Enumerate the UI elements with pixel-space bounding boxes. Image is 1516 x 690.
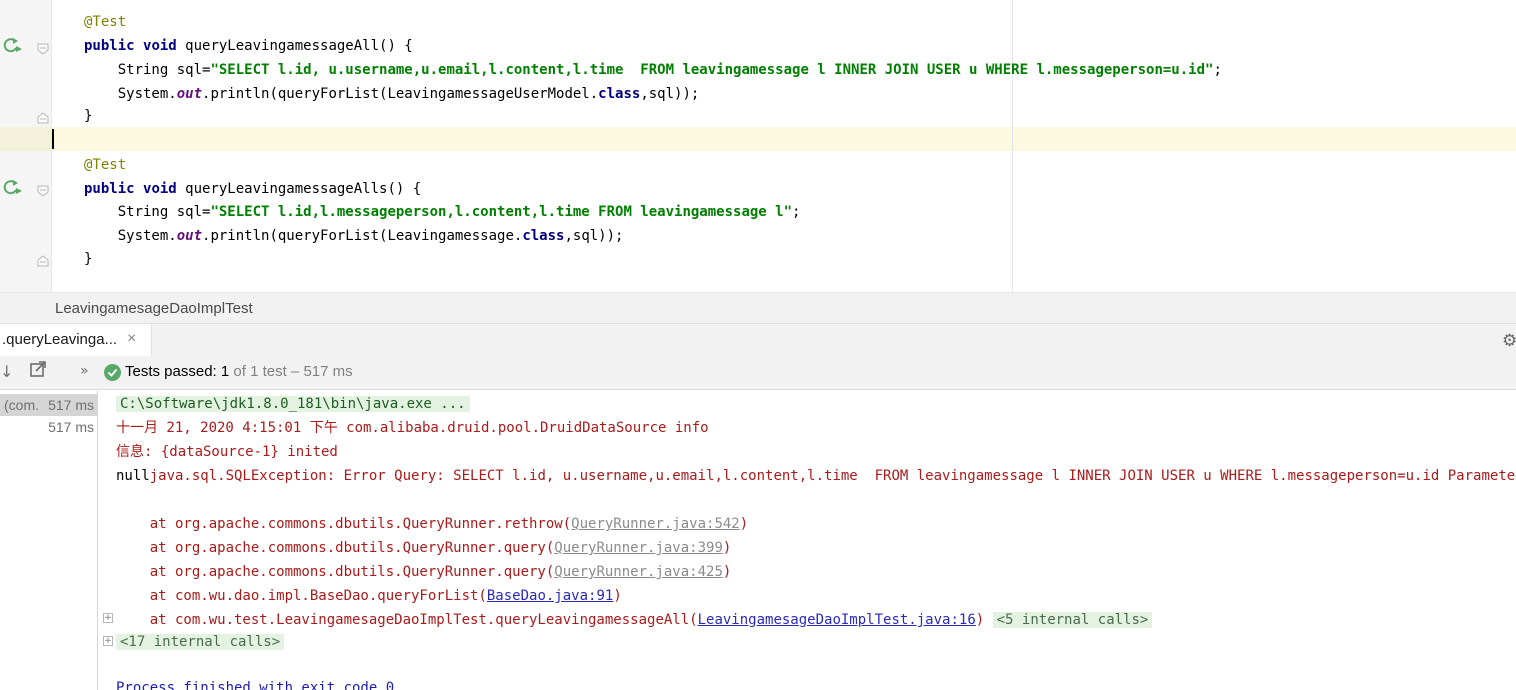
close-brace-2: } [84, 251, 93, 267]
internal-calls-fold[interactable]: <17 internal calls> [116, 630, 285, 654]
annotation-test-1: @Test [84, 14, 127, 30]
arrow-down-icon[interactable]: ↓ [0, 362, 13, 381]
right-margin-guide [1012, 0, 1013, 292]
close-brace-1: } [84, 108, 93, 124]
sql-line-2: String sql="SELECT l.id,l.messageperson,… [84, 204, 801, 220]
stack-trace-line: at com.wu.dao.impl.BaseDao.queryForList(… [116, 588, 622, 604]
method-signature-2: public void queryLeavingamessageAlls() { [84, 181, 422, 197]
test-duration: 517 ms [48, 397, 94, 413]
run-test-icon[interactable] [3, 179, 23, 195]
annotation-test-2: @Test [84, 157, 127, 173]
println-line-1: System.out.println(queryForList(Leavinga… [84, 86, 700, 102]
fold-icon[interactable] [37, 182, 49, 197]
run-config-tab[interactable]: .queryLeavinga... × [0, 324, 152, 356]
test-tree-row[interactable]: (com. 517 ms [0, 394, 98, 416]
stack-trace-line: at com.wu.test.LeavingamesageDaoImplTest… [116, 608, 1153, 632]
test-passed-icon [104, 364, 121, 381]
close-icon[interactable]: × [127, 330, 136, 348]
console-output[interactable]: C:\Software\jdk1.8.0_181\bin\java.exe ..… [99, 391, 1516, 690]
process-finished-line: Process finished with exit code 0 [116, 680, 395, 690]
source-link[interactable]: QueryRunner.java:542 [571, 516, 740, 532]
expand-more-icon[interactable]: » [80, 363, 89, 379]
source-link[interactable]: QueryRunner.java:425 [554, 564, 723, 580]
test-duration: 517 ms [48, 419, 94, 435]
run-tab-bar: .queryLeavinga... × [0, 324, 1516, 356]
expand-plus-icon[interactable]: + [103, 613, 113, 623]
fold-end-icon[interactable] [37, 252, 49, 267]
stack-trace-line: at org.apache.commons.dbutils.QueryRunne… [116, 516, 749, 532]
log-line: 信息: {dataSource-1} inited [116, 444, 338, 460]
run-toolbar: ↓ » Tests passed: 1 of 1 test – 517 ms [0, 356, 1516, 390]
internal-calls-fold[interactable]: <5 internal calls> [992, 612, 1153, 628]
breadcrumb-bar: LeavingamesageDaoImplTest [0, 292, 1516, 324]
source-link[interactable]: LeavingamesageDaoImplTest.java:16 [698, 612, 976, 628]
run-tab-label: .queryLeavinga... [2, 331, 118, 348]
export-icon[interactable] [30, 361, 46, 381]
stack-trace-line: at org.apache.commons.dbutils.QueryRunne… [116, 540, 732, 556]
breadcrumb[interactable]: LeavingamesageDaoImplTest [55, 300, 253, 317]
text-caret [52, 129, 54, 149]
sql-line-1: String sql="SELECT l.id, u.username,u.em… [84, 62, 1222, 78]
fold-end-icon[interactable] [37, 109, 49, 124]
source-link[interactable]: QueryRunner.java:399 [554, 540, 723, 556]
source-link[interactable]: BaseDao.java:91 [487, 588, 613, 604]
java-command-line[interactable]: C:\Software\jdk1.8.0_181\bin\java.exe ..… [116, 392, 470, 416]
println-line-2: System.out.println(queryForList(Leavinga… [84, 228, 624, 244]
code-editor[interactable]: @Test public void queryLeavingamessageAl… [0, 0, 1516, 292]
method-signature-1: public void queryLeavingamessageAll() { [84, 38, 413, 54]
expand-plus-icon[interactable]: + [103, 636, 113, 646]
current-line-highlight [0, 127, 1516, 151]
test-tree-row[interactable]: 517 ms [0, 416, 98, 438]
gear-icon[interactable]: ⚙ [1502, 331, 1516, 351]
stack-trace-line: at org.apache.commons.dbutils.QueryRunne… [116, 564, 732, 580]
tests-status: Tests passed: 1 of 1 test – 517 ms [125, 363, 353, 380]
test-name: (com. [4, 397, 39, 413]
exception-line: nulljava.sql.SQLException: Error Query: … [116, 468, 1516, 484]
fold-icon[interactable] [37, 40, 49, 55]
test-tree: (com. 517 ms 517 ms [0, 391, 98, 690]
run-test-icon[interactable] [3, 37, 23, 53]
log-line: 十一月 21, 2020 4:15:01 下午 com.alibaba.drui… [116, 420, 709, 436]
